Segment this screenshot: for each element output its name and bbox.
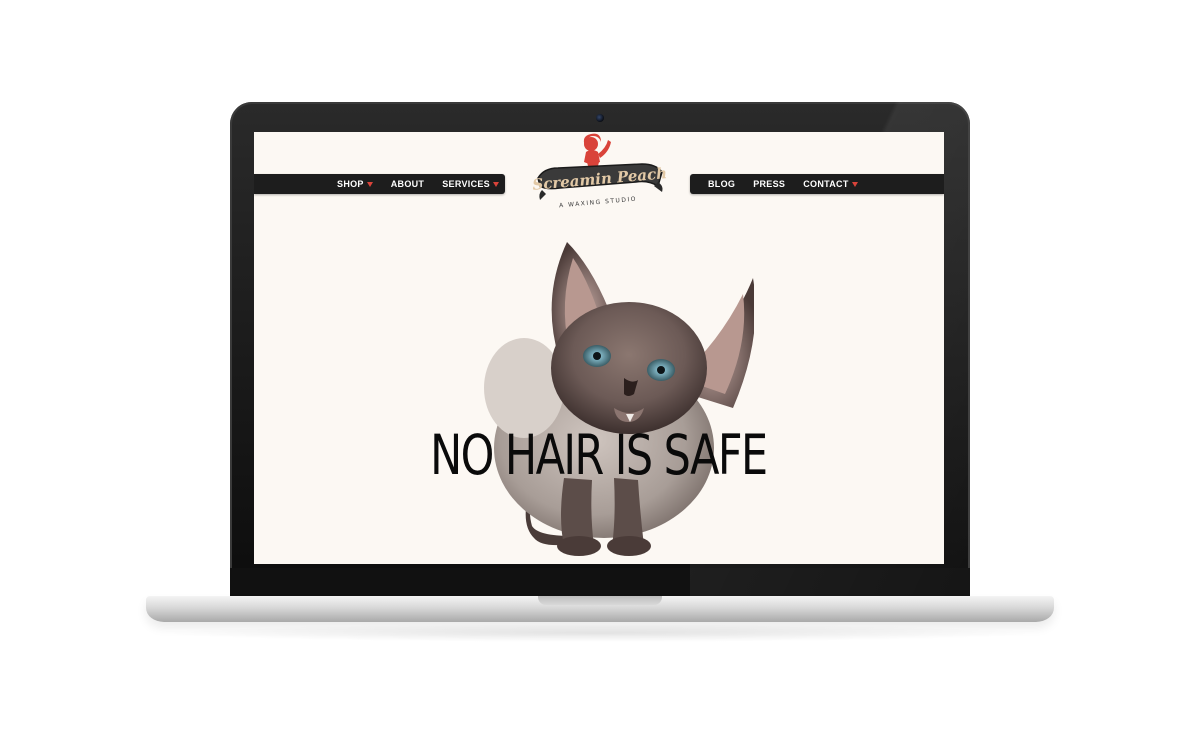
caret-down-icon (851, 181, 858, 187)
website-screen: SHOP ABOUT SERVICES BLOG PRESS CONTACT S… (254, 132, 944, 564)
laptop-base (146, 596, 1054, 622)
nav-item-press[interactable]: PRESS (744, 179, 794, 189)
hero-cat-image (464, 238, 754, 564)
laptop-opening-notch (538, 596, 662, 605)
nav-item-about[interactable]: ABOUT (382, 179, 434, 189)
nav-item-label: PRESS (753, 179, 786, 189)
nav-item-label: ABOUT (390, 179, 425, 189)
caret-down-icon (493, 181, 499, 187)
nav-item-blog[interactable]: BLOG (690, 179, 744, 189)
nav-item-label: SHOP (337, 179, 364, 189)
nav-item-label: CONTACT (803, 179, 849, 189)
nav-item-shop[interactable]: SHOP (328, 179, 382, 189)
nav-left: SHOP ABOUT SERVICES (254, 174, 505, 194)
nav-right: BLOG PRESS CONTACT (690, 174, 944, 194)
hero-headline: NO HAIR IS SAFE (430, 423, 768, 487)
device-mockup: SHOP ABOUT SERVICES BLOG PRESS CONTACT S… (0, 0, 1200, 740)
caret-down-icon (366, 181, 373, 187)
nav-item-services[interactable]: SERVICES (433, 179, 505, 189)
nav-item-label: SERVICES (442, 179, 490, 189)
nav-item-contact[interactable]: CONTACT (794, 179, 866, 189)
site-logo[interactable]: Screamin Peach A WAXING STUDIO (530, 132, 670, 212)
camera-icon (596, 114, 604, 122)
logo-tagline: A WAXING STUDIO (559, 196, 637, 210)
laptop-bezel-bottom (230, 568, 970, 598)
nav-item-label: BLOG (708, 179, 736, 189)
